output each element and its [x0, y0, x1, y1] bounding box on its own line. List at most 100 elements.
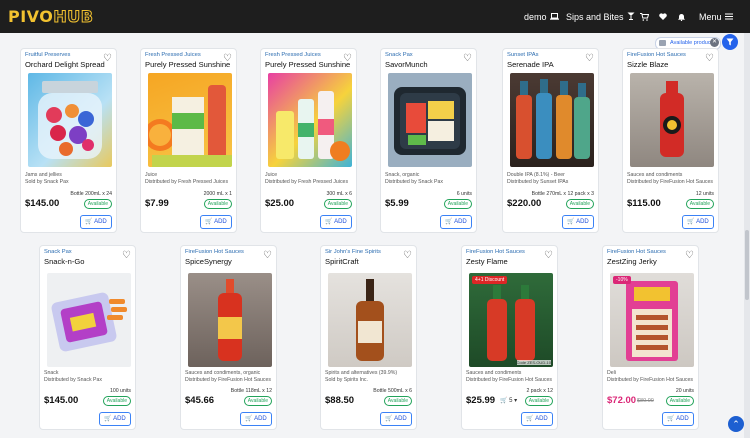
- product-category-link[interactable]: Sir John's Fine Spirits: [325, 249, 381, 255]
- favorite-heart-icon[interactable]: ♡: [403, 251, 412, 261]
- product-image[interactable]: [510, 73, 594, 167]
- product-image[interactable]: [630, 73, 714, 167]
- product-description: Sauces and condiments: [466, 370, 522, 376]
- menu-button[interactable]: Menu: [699, 0, 733, 33]
- product-category-link[interactable]: Fresh Pressed Juices: [265, 52, 321, 58]
- product-price: $88.50: [325, 395, 355, 406]
- add-to-cart-button[interactable]: 🛒 ADD: [380, 412, 412, 426]
- product-image[interactable]: [47, 273, 131, 367]
- product-card[interactable]: Snack Pax ♡ Snack-n-Go Snack Distributed…: [39, 245, 136, 430]
- product-image[interactable]: 4+1 Discount Code ZES-OUD-10: [469, 273, 553, 367]
- favorite-heart-icon[interactable]: ♡: [263, 251, 272, 261]
- product-name[interactable]: Orchard Delight Spread: [25, 60, 105, 69]
- add-to-cart-button[interactable]: 🛒 ADD: [440, 215, 472, 229]
- page-scrollbar-thumb[interactable]: [745, 230, 749, 300]
- availability-badge: Available: [565, 199, 594, 209]
- product-category-link[interactable]: FireFusion Hot Sauces: [627, 52, 686, 58]
- add-to-cart-button[interactable]: 🛒 ADD: [562, 215, 594, 229]
- product-seller: Distributed by Fresh Pressed Juices: [265, 179, 349, 185]
- product-pack-size: Bottle 270mL x 12 pack x 3: [531, 191, 594, 197]
- product-description: Juice: [145, 172, 158, 178]
- product-category-link[interactable]: FireFusion Hot Sauces: [466, 249, 525, 255]
- availability-badge: Available: [83, 199, 112, 209]
- product-seller: Distributed by FireFusion Hot Sauces: [466, 377, 552, 383]
- product-seller: Sold by Snack Pax: [25, 179, 69, 185]
- add-to-cart-button[interactable]: 🛒 ADD: [521, 412, 553, 426]
- product-name[interactable]: ZestZing Jerky: [607, 257, 657, 266]
- product-category-link[interactable]: Snack Pax: [44, 249, 72, 255]
- product-pack-size: Bottle 200mL x 24: [70, 191, 112, 197]
- product-name[interactable]: Zesty Flame: [466, 257, 508, 266]
- availability-badge: Available: [203, 199, 232, 209]
- product-price: $25.00: [265, 198, 295, 209]
- notifications-bell-icon[interactable]: [678, 0, 685, 33]
- product-image[interactable]: [148, 73, 232, 167]
- product-name[interactable]: Serenade IPA: [507, 60, 554, 69]
- add-to-cart-button[interactable]: 🛒 ADD: [682, 215, 714, 229]
- product-seller: Distributed by FireFusion Hot Sauces: [607, 377, 693, 383]
- product-price: $7.99: [145, 198, 169, 209]
- product-card[interactable]: FireFusion Hot Sauces ♡ Zesty Flame 4+1 …: [461, 245, 558, 430]
- favorite-heart-icon[interactable]: ♡: [585, 54, 594, 64]
- product-name[interactable]: SpiceSynergy: [185, 257, 232, 266]
- cart-icon[interactable]: [640, 0, 649, 33]
- product-name[interactable]: Sizzle Blaze: [627, 60, 668, 69]
- product-image[interactable]: [188, 273, 272, 367]
- user-menu[interactable]: demo: [524, 0, 559, 33]
- favorite-heart-icon[interactable]: ♡: [705, 54, 714, 64]
- product-name[interactable]: Snack-n-Go: [44, 257, 85, 266]
- product-card[interactable]: Fresh Pressed Juices ♡ Purely Pressed Su…: [260, 48, 357, 233]
- product-card[interactable]: Fresh Pressed Juices ♡ Purely Pressed Su…: [140, 48, 237, 233]
- product-price: $5.99: [385, 198, 409, 209]
- product-category-link[interactable]: Fresh Pressed Juices: [145, 52, 201, 58]
- product-image[interactable]: [328, 273, 412, 367]
- store-selector[interactable]: Sips and Bites: [566, 0, 635, 33]
- availability-badge: Available: [102, 396, 131, 406]
- favorite-heart-icon[interactable]: ♡: [463, 54, 472, 64]
- product-category-link[interactable]: FireFusion Hot Sauces: [607, 249, 666, 255]
- cart-quantity-indicator[interactable]: 🛒 5 ▾: [500, 397, 517, 406]
- product-card[interactable]: Sunset IPAs ♡ Serenade IPA Double IPA (8…: [502, 48, 599, 233]
- add-to-cart-button[interactable]: 🛒 ADD: [200, 215, 232, 229]
- product-image[interactable]: [388, 73, 472, 167]
- product-description: Juice: [265, 172, 278, 178]
- favorite-heart-icon[interactable]: ♡: [544, 251, 553, 261]
- product-card[interactable]: Sir John's Fine Spirits ♡ SpiritCraft Sp…: [320, 245, 417, 430]
- product-seller: Distributed by FireFusion Hot Sauces: [185, 377, 271, 383]
- product-seller: Distributed by Sunset IPAs: [507, 179, 569, 185]
- favorites-icon[interactable]: [659, 0, 667, 33]
- add-to-cart-button[interactable]: 🛒 ADD: [240, 412, 272, 426]
- product-card[interactable]: Fruitful Preserves ♡ Orchard Delight Spr…: [20, 48, 117, 233]
- filter-funnel-icon[interactable]: [722, 34, 738, 50]
- add-to-cart-button[interactable]: 🛒 ADD: [99, 412, 131, 426]
- product-image[interactable]: [268, 73, 352, 167]
- product-card[interactable]: Snack Pax ♡ SavorMunch Snack, organic Di…: [380, 48, 477, 233]
- product-name[interactable]: Purely Pressed Sunshine: [265, 60, 350, 69]
- product-card[interactable]: FireFusion Hot Sauces ♡ ZestZing Jerky -…: [602, 245, 699, 430]
- scroll-to-top-button[interactable]: ⌃: [728, 416, 744, 432]
- add-to-cart-button[interactable]: 🛒 ADD: [80, 215, 112, 229]
- product-name[interactable]: SavorMunch: [385, 60, 428, 69]
- product-card[interactable]: FireFusion Hot Sauces ♡ SpiceSynergy Sau…: [180, 245, 277, 430]
- favorite-heart-icon[interactable]: ♡: [122, 251, 131, 261]
- product-name[interactable]: SpiritCraft: [325, 257, 359, 266]
- close-icon[interactable]: ✕: [710, 38, 719, 47]
- favorite-heart-icon[interactable]: ♡: [685, 251, 694, 261]
- add-to-cart-button[interactable]: 🛒 ADD: [320, 215, 352, 229]
- availability-badge: Available: [243, 396, 272, 406]
- product-pack-size: 2000 mL x 1: [203, 191, 232, 197]
- product-image[interactable]: -10%: [610, 273, 694, 367]
- product-category-link[interactable]: FireFusion Hot Sauces: [185, 249, 244, 255]
- product-category-link[interactable]: Snack Pax: [385, 52, 413, 58]
- availability-badge: Available: [524, 396, 553, 406]
- product-pack-size: 20 units: [675, 388, 694, 394]
- product-category-link[interactable]: Sunset IPAs: [507, 52, 538, 58]
- product-name[interactable]: Purely Pressed Sunshine: [145, 60, 230, 69]
- product-card[interactable]: FireFusion Hot Sauces ♡ Sizzle Blaze Sau…: [622, 48, 719, 233]
- product-pack-size: 12 units: [695, 191, 714, 197]
- product-category-link[interactable]: Fruitful Preserves: [25, 52, 70, 58]
- product-seller: Sold by Spirits Inc.: [325, 377, 368, 383]
- product-image[interactable]: [28, 73, 112, 167]
- add-to-cart-button[interactable]: 🛒 ADD: [662, 412, 694, 426]
- pivohub-logo[interactable]: PIVOHUB: [8, 7, 93, 27]
